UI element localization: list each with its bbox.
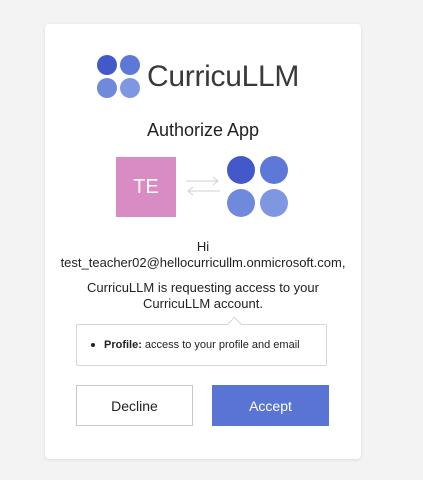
accept-button[interactable]: Accept <box>212 385 329 426</box>
brand-name: CurricuLLM <box>147 60 300 93</box>
decline-button[interactable]: Decline <box>76 385 193 426</box>
permissions-box: Profile: access to your profile and emai… <box>76 316 327 366</box>
greeting: Hi test_teacher02@hellocurricullm.onmicr… <box>45 239 361 271</box>
exchange-arrows-icon <box>186 176 220 196</box>
curricullm-logo-icon <box>97 55 141 99</box>
request-line-2: CurricuLLM account. <box>143 296 263 311</box>
greeting-hi: Hi <box>196 239 210 254</box>
bullet-icon <box>91 343 95 347</box>
permission-description: access to your profile and email <box>144 339 300 351</box>
request-line-1: CurricuLLM is requesting access to your <box>87 280 319 295</box>
request-message: CurricuLLM is requesting access to your … <box>45 280 361 312</box>
app-logo-icon <box>227 156 289 218</box>
permission-item: Profile: access to your profile and emai… <box>91 339 300 351</box>
brand-header: CurricuLLM <box>97 55 299 99</box>
permission-name: Profile: <box>104 339 142 351</box>
page-title: Authorize App <box>146 120 260 140</box>
user-initials: TE <box>133 175 159 198</box>
user-email: test_teacher02@hellocurricullm.onmicroso… <box>60 255 346 270</box>
permissions-caret <box>226 316 243 333</box>
user-avatar: TE <box>116 157 176 217</box>
authorize-card: CurricuLLM Authorize App TE Hi test_teac… <box>45 24 361 459</box>
